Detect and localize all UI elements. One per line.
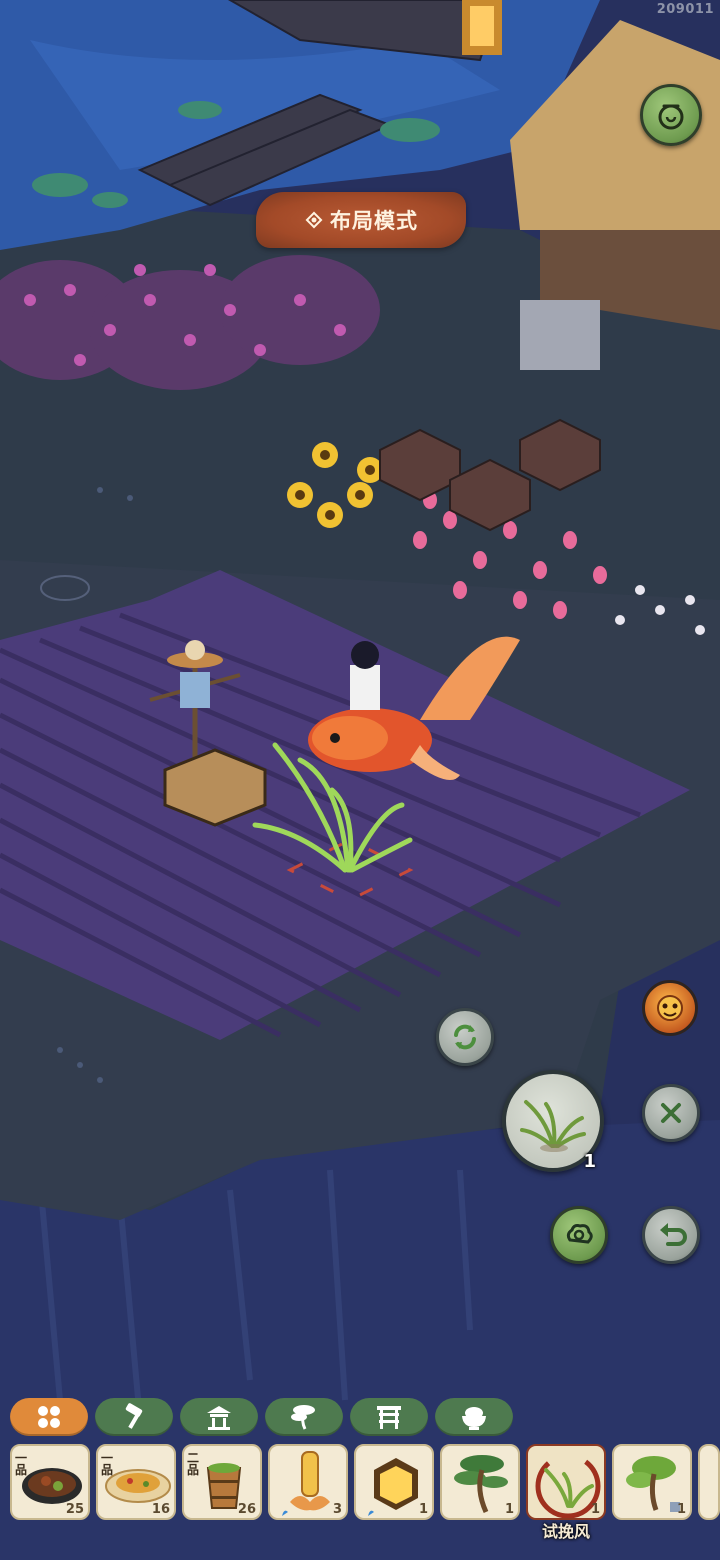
layout-mode-button[interactable]: 布局模式 [256, 192, 466, 248]
flower-diamond-icon [305, 211, 323, 229]
inventory-slot-green-bonsai[interactable]: 1 [612, 1444, 692, 1520]
inventory-slot-noodles[interactable]: 一品 16 [96, 1444, 176, 1520]
selected-item-button[interactable]: 1 [502, 1070, 604, 1172]
slot-count: 1 [676, 1502, 686, 1517]
build-id-label: 209011 [656, 2, 714, 17]
inventory-slot-square-lantern[interactable]: 1 [354, 1444, 434, 1520]
gate-icon [377, 1406, 401, 1429]
slot-count: 3 [332, 1502, 342, 1517]
inventory-slot-lantern-lotus[interactable]: 3 [268, 1444, 348, 1520]
slot-grade: 一品 [14, 1451, 27, 1477]
category-tabs [10, 1398, 710, 1438]
selected-item-name: 试挽风 [541, 1522, 590, 1541]
rice-bowl-icon [462, 1407, 486, 1430]
slot-count: 1 [590, 1502, 600, 1517]
slot-grade: 一品 [100, 1451, 113, 1477]
slot-count: 16 [151, 1502, 170, 1517]
tab-all[interactable] [10, 1398, 88, 1436]
rotate-arrows-icon [454, 1024, 476, 1050]
inventory-slot-partial[interactable] [698, 1444, 720, 1520]
undo-arrow-icon [660, 1223, 687, 1246]
slot-count: 1 [418, 1502, 428, 1517]
inventory-slot-bucket[interactable]: 二品 26 [182, 1444, 262, 1520]
pavilion-icon [207, 1406, 231, 1430]
close-icon [661, 1103, 681, 1123]
pot-refresh-button[interactable] [640, 84, 702, 146]
undo-button[interactable] [642, 1206, 700, 1264]
slot-count: 26 [237, 1502, 256, 1517]
pot-refresh-icon [658, 104, 684, 130]
hammer-icon [125, 1403, 143, 1429]
cloud-swirl-button[interactable] [550, 1206, 608, 1264]
slot-count: 1 [504, 1502, 514, 1517]
cloud-swirl-icon [566, 1224, 593, 1244]
inventory-slot-grass[interactable]: 1 [526, 1444, 606, 1520]
tab-gates[interactable] [350, 1398, 428, 1436]
inventory-slot-pine-bonsai[interactable]: 1 [440, 1444, 520, 1520]
lion-mask-icon [657, 995, 683, 1021]
cancel-button[interactable] [642, 1084, 700, 1142]
slot-count: 25 [65, 1502, 84, 1517]
tab-food[interactable] [435, 1398, 513, 1436]
selected-item-count: 1 [583, 1151, 596, 1172]
layout-mode-label: 布局模式 [330, 208, 418, 233]
guardian-button[interactable] [642, 980, 698, 1036]
tab-tools[interactable] [95, 1398, 173, 1436]
bonsai-tree-icon [291, 1405, 315, 1430]
inventory-slot-dish[interactable]: 一品 25 [10, 1444, 90, 1520]
rotate-button[interactable] [436, 1008, 494, 1066]
tab-plants[interactable] [265, 1398, 343, 1436]
inventory-bar: 一品 25 一品 16 二品 26 3 1 1 1 1 [0, 1440, 720, 1560]
grid-four-icon [38, 1406, 60, 1428]
tab-buildings[interactable] [180, 1398, 258, 1436]
slot-grade: 二品 [186, 1451, 199, 1477]
